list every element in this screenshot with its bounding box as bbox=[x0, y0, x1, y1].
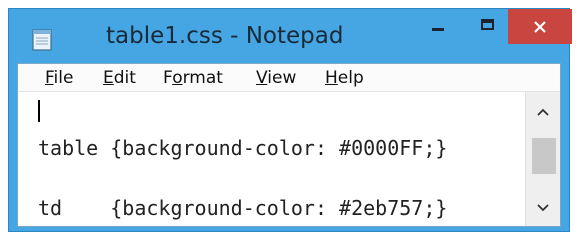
editor-line-2: td {background-color: #2eb757;} bbox=[38, 196, 448, 220]
text-editor[interactable]: table {background-color: #0000FF;} td {b… bbox=[18, 92, 525, 226]
close-icon bbox=[534, 21, 546, 33]
text-caret bbox=[38, 100, 40, 122]
scroll-down-arrow-icon[interactable] bbox=[537, 204, 549, 212]
vertical-scrollbar[interactable] bbox=[525, 92, 560, 226]
scroll-up-arrow-icon[interactable] bbox=[537, 108, 549, 116]
menu-help[interactable]: Help bbox=[325, 68, 364, 88]
minimize-button[interactable] bbox=[414, 9, 462, 45]
editor-line-1: table {background-color: #0000FF;} bbox=[38, 136, 448, 160]
close-button[interactable] bbox=[508, 9, 572, 44]
menu-view[interactable]: View bbox=[256, 68, 296, 88]
notepad-window: table1.css - Notepad File Edit Format Vi… bbox=[8, 8, 572, 232]
minimize-icon bbox=[432, 28, 444, 31]
scrollbar-thumb[interactable] bbox=[532, 138, 556, 174]
menu-bar: File Edit Format View Help bbox=[18, 64, 560, 92]
title-bar[interactable]: table1.css - Notepad bbox=[9, 9, 572, 65]
menu-file[interactable]: File bbox=[45, 68, 73, 88]
maximize-button[interactable] bbox=[464, 9, 512, 45]
notepad-icon[interactable] bbox=[31, 27, 53, 51]
maximize-icon bbox=[481, 19, 494, 30]
menu-format[interactable]: Format bbox=[163, 68, 223, 88]
window-title: table1.css - Notepad bbox=[106, 23, 344, 49]
menu-edit[interactable]: Edit bbox=[103, 68, 136, 88]
client-area: File Edit Format View Help table {backgr… bbox=[17, 63, 561, 227]
